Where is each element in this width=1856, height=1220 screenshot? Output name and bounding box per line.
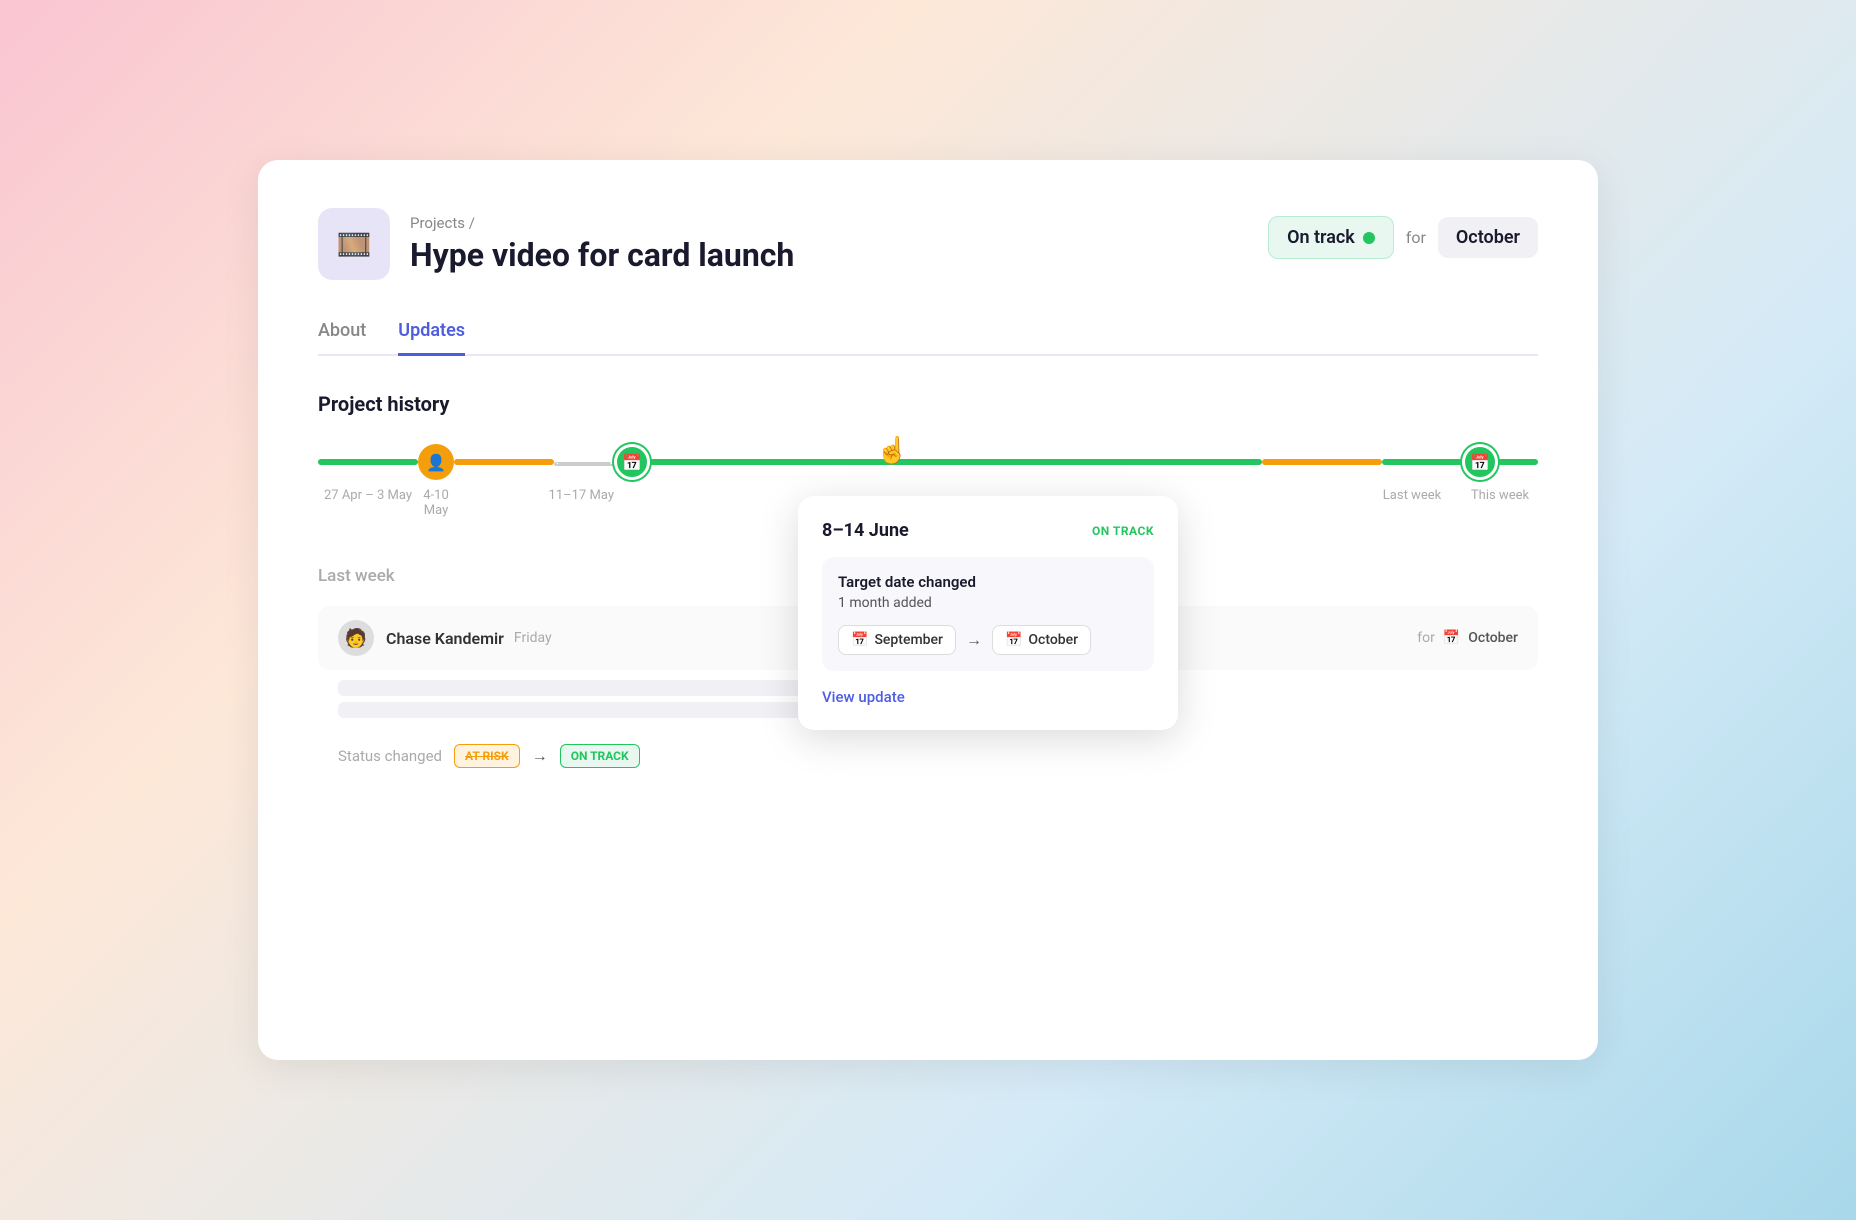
history-title: Project history: [318, 392, 1538, 416]
timeline: 👤 📅 📅 27 Apr – 3 May: [318, 444, 1538, 518]
calendar-from-icon: 📅: [851, 632, 868, 648]
popup-to-date: 📅 October: [992, 625, 1091, 655]
update-month: October: [1468, 630, 1518, 646]
calendar-to-icon: 📅: [1005, 632, 1022, 648]
avatar-chase: 🧑: [338, 620, 374, 656]
popup-date-range: 8–14 June: [822, 520, 909, 541]
status-dot: [1363, 232, 1375, 244]
popup-header: 8–14 June ON TRACK: [822, 520, 1154, 541]
person-icon: 👤: [426, 453, 446, 472]
breadcrumb: Projects /: [410, 214, 794, 232]
status-arrow: →: [532, 746, 548, 766]
project-title: Hype video for card launch: [410, 236, 794, 274]
popup-to-month: October: [1028, 632, 1078, 648]
month-badge: October: [1438, 217, 1538, 258]
timeline-seg-5: [1382, 459, 1462, 465]
header-right: On track for October: [1268, 216, 1538, 259]
timeline-seg-4: [1262, 459, 1382, 465]
label-thisweek: This week: [1462, 488, 1538, 503]
status-label: On track: [1287, 227, 1355, 248]
calendar-icon-2: 📅: [1470, 453, 1490, 472]
label-may4: 4-10 May: [418, 488, 454, 518]
header-text: Projects / Hype video for card launch: [410, 214, 794, 274]
header: 🎞️ Projects / Hype video for card launch…: [318, 208, 1538, 280]
update-cal-icon: 📅: [1443, 630, 1460, 646]
timeline-seg-1: [318, 459, 418, 465]
status-badge: On track: [1268, 216, 1394, 259]
update-for: for: [1417, 630, 1435, 646]
timeline-popup: ☝️ 8–14 June ON TRACK Target date change…: [798, 496, 1178, 730]
for-label: for: [1406, 228, 1426, 247]
timeline-seg-6: [1498, 459, 1538, 465]
tab-updates[interactable]: Updates: [398, 320, 465, 356]
view-update-link[interactable]: View update: [822, 688, 905, 706]
popup-status: ON TRACK: [1092, 524, 1154, 538]
chip-at-risk: AT RISK: [454, 744, 520, 768]
calendar-icon: 📅: [622, 453, 642, 472]
label-may11: 11–17 May: [454, 488, 614, 503]
popup-dates-row: 📅 September → 📅 October: [838, 625, 1138, 655]
popup-content: Target date changed 1 month added 📅 Sept…: [822, 557, 1154, 671]
update-time: Friday: [514, 630, 552, 646]
popup-from-date: 📅 September: [838, 625, 956, 655]
timeline-track: 👤 📅 📅: [318, 444, 1538, 480]
timeline-node-june[interactable]: 📅: [614, 444, 650, 480]
status-changed-label: Status changed: [338, 747, 442, 765]
arrow-icon: →: [966, 630, 982, 650]
timeline-seg-dotted: [554, 462, 614, 466]
popup-change-title: Target date changed: [838, 573, 1138, 591]
update-name: Chase Kandemir: [386, 629, 504, 648]
status-changed-row: Status changed AT RISK → ON TRACK: [318, 734, 1538, 778]
main-card: 🎞️ Projects / Hype video for card launch…: [258, 160, 1598, 1060]
timeline-seg-3: [650, 459, 1262, 465]
label-apr27: 27 Apr – 3 May: [318, 488, 418, 503]
update-right: for 📅 October: [1417, 630, 1518, 646]
timeline-node-thisweek[interactable]: 📅: [1462, 444, 1498, 480]
tabs: About Updates: [318, 320, 1538, 356]
header-left: 🎞️ Projects / Hype video for card launch: [318, 208, 794, 280]
ghost-line-2: [338, 702, 826, 718]
label-lastweek: Last week: [1372, 488, 1452, 503]
tab-about[interactable]: About: [318, 320, 366, 356]
timeline-seg-2: [454, 459, 554, 465]
timeline-node-may4[interactable]: 👤: [418, 444, 454, 480]
project-icon: 🎞️: [318, 208, 390, 280]
popup-change-sub: 1 month added: [838, 595, 1138, 611]
chip-on-track: ON TRACK: [560, 744, 640, 768]
popup-from-month: September: [874, 632, 943, 648]
